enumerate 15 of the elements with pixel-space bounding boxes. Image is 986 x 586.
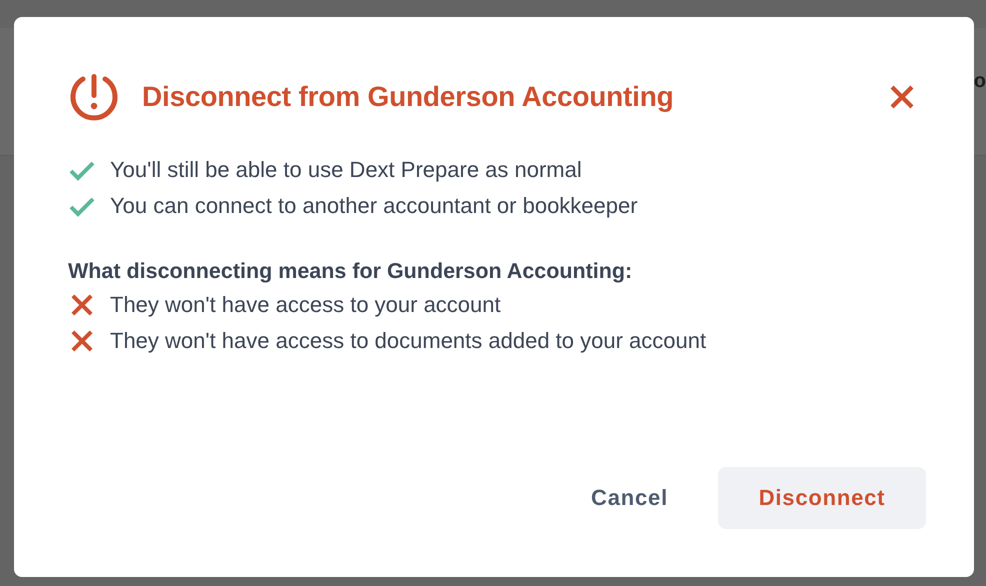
cross-icon — [71, 294, 93, 316]
section-heading: What disconnecting means for Gunderson Accounting: — [68, 259, 634, 284]
alert-icon — [68, 71, 120, 123]
list-item-text: They won't have access to your account — [110, 292, 501, 318]
dialog-title: Disconnect from Gunderson Accounting — [142, 81, 675, 113]
cancel-button[interactable]: Cancel — [589, 467, 670, 529]
list-item-text: You'll still be able to use Dext Prepare as normal — [110, 157, 582, 183]
background-text: o — [974, 70, 986, 93]
close-icon — [890, 85, 914, 109]
cross-icon — [71, 330, 93, 352]
list-item-text: You can connect to another accountant or bookkeeper — [110, 193, 638, 219]
disconnect-button[interactable]: Disconnect — [718, 467, 926, 529]
check-icon — [68, 159, 96, 181]
check-icon — [68, 195, 96, 217]
list-item-text: They won't have access to documents added to your account — [110, 328, 706, 354]
